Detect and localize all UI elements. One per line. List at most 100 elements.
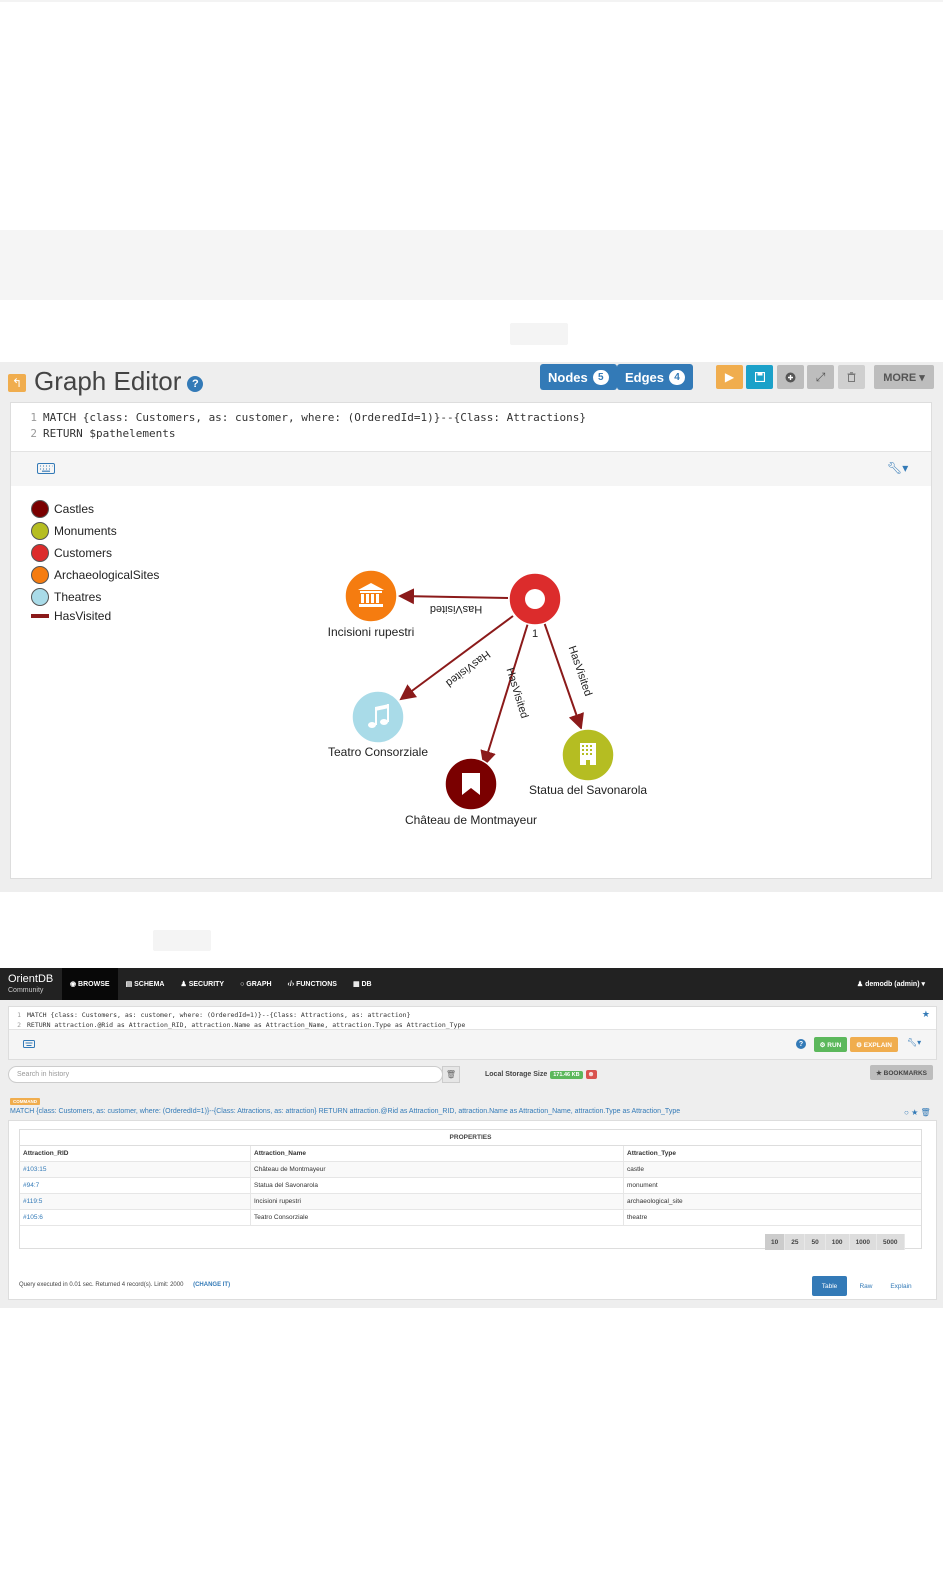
query-editor[interactable]: 1 MATCH {class: Customers, as: customer, … (10, 402, 932, 487)
graph-node-teatro-consorziale[interactable] (351, 690, 405, 744)
page-chip (510, 323, 568, 345)
nodes-count-badge: 5 (592, 369, 609, 385)
graph-editor-header: ↰ Graph Editor ? (8, 365, 204, 396)
run-button[interactable]: ⚙ RUN (814, 1037, 847, 1052)
nav-security[interactable]: ♟ SECURITY (172, 968, 232, 1000)
wrench-icon[interactable]: 🔧︎▾ (887, 461, 908, 475)
rid-link[interactable]: #119:5 (20, 1194, 251, 1209)
nav-browse[interactable]: ◉ BROWSE (62, 968, 118, 1000)
execution-text: Query executed in 0.01 sec. Returned 4 r… (19, 1282, 184, 1288)
query-text: MATCH {class: Customers, as: customer, w… (27, 1011, 411, 1019)
nodes-button[interactable]: Nodes 5 (540, 364, 617, 390)
studio-panel: OrientDB Community ◉ BROWSE ▤ SCHEMA ♟ S… (0, 968, 943, 1308)
result-actions: ○ ★ 🗑︎ (904, 1108, 931, 1117)
command-badge: COMMAND (10, 1098, 40, 1105)
page-size-option[interactable]: 50 (805, 1234, 826, 1250)
wrench-icon[interactable]: 🔧︎▾ (907, 1038, 921, 1047)
query-line-2: 2 RETURN $pathelements (15, 427, 175, 440)
tab-raw[interactable]: Raw (851, 1276, 881, 1296)
page-size-option[interactable]: 10 (765, 1234, 786, 1250)
rid-link[interactable]: #105:6 (20, 1210, 251, 1225)
tab-explain[interactable]: Explain (883, 1276, 919, 1296)
node-label: 1 (532, 628, 538, 640)
logo-text: OrientDB (8, 973, 54, 985)
graph-node-chateau-de-montmayeur[interactable] (444, 757, 498, 811)
line-number: 1 (30, 411, 37, 424)
keyboard-icon[interactable] (23, 1040, 35, 1048)
fullscreen-button[interactable]: ⤢ (807, 365, 834, 389)
clear-storage-icon[interactable]: ⊗ (585, 1070, 597, 1079)
add-vertex-button[interactable] (777, 365, 804, 389)
storage-size-badge: 171.46 KB (550, 1070, 583, 1079)
graph-node-incisioni-rupestri[interactable] (344, 569, 398, 623)
keyboard-icon[interactable] (37, 463, 55, 474)
floppy-icon (754, 372, 765, 382)
graph-node-customer[interactable] (508, 572, 562, 626)
save-button[interactable] (746, 365, 773, 389)
table-row: #94:7 Statua del Savonarola monument (20, 1178, 921, 1194)
explain-button[interactable]: ⚙ EXPLAIN (850, 1037, 898, 1052)
page-size-option[interactable]: 5000 (877, 1234, 905, 1250)
edges-count-badge: 4 (669, 369, 686, 385)
star-icon[interactable]: ★ (922, 1009, 930, 1020)
edge-label: HasVisited (430, 603, 482, 615)
page-title: Graph Editor (34, 365, 182, 396)
clear-history-button[interactable]: 🗑︎ (442, 1066, 460, 1083)
edges-button[interactable]: Edges 4 (617, 364, 694, 390)
tab-table[interactable]: Table (812, 1276, 847, 1296)
user-menu[interactable]: ♟ demodb (admin) ▾ (857, 968, 925, 1000)
result-table: PROPERTIES Attraction_RID Attraction_Nam… (19, 1129, 922, 1249)
orientdb-logo[interactable]: OrientDB Community (0, 968, 62, 1000)
help-icon[interactable]: ? (796, 1039, 806, 1049)
node-label: Incisioni rupestri (328, 625, 415, 639)
table-cell: Statua del Savonarola (251, 1178, 624, 1193)
column-header[interactable]: Attraction_Type (624, 1146, 921, 1161)
rid-link[interactable]: #94:7 (20, 1178, 251, 1193)
expand-icon: ⤢ (815, 369, 826, 384)
nav-db[interactable]: ▦ DB (345, 968, 380, 1000)
bookmarks-button[interactable]: ★ BOOKMARKS (870, 1065, 933, 1080)
nav-functions[interactable]: ‹/› FUNCTIONS (280, 968, 345, 1000)
nav-graph[interactable]: ○ GRAPH (232, 968, 279, 1000)
more-button[interactable]: MORE ▾ (874, 365, 934, 389)
table-row: #119:5 Incisioni rupestri archaeological… (20, 1194, 921, 1210)
graph-node-statua-del-savonarola[interactable] (561, 728, 615, 782)
graph-edge[interactable] (399, 615, 514, 701)
circle-icon (525, 589, 545, 609)
edges-label: Edges (625, 369, 665, 385)
page-size-option[interactable]: 1000 (849, 1234, 878, 1250)
result-panel: PROPERTIES Attraction_RID Attraction_Nam… (8, 1120, 937, 1300)
studio-query-editor[interactable]: 1 MATCH {class: Customers, as: customer, … (8, 1006, 937, 1060)
play-icon: ▶ (724, 370, 735, 384)
node-label: Statua del Savonarola (529, 783, 647, 797)
graph-canvas[interactable]: Castles Monuments Customers Archaeologic… (10, 486, 932, 879)
node-label: Teatro Consorziale (328, 745, 428, 759)
trash-icon[interactable]: 🗑︎ (920, 1108, 930, 1117)
page-size-option[interactable]: 25 (785, 1234, 806, 1250)
table-row: #103:15 Château de Montmayeur castle (20, 1162, 921, 1178)
help-icon[interactable]: ? (187, 376, 204, 392)
rid-link[interactable]: #103:15 (20, 1162, 251, 1177)
column-header[interactable]: Attraction_RID (20, 1146, 251, 1161)
change-limit-link[interactable]: (CHANGE IT) (193, 1282, 230, 1288)
command-query-link[interactable]: MATCH {class: Customers, as: customer, w… (10, 1108, 680, 1115)
column-header[interactable]: Attraction_Name (251, 1146, 624, 1161)
graph-svg: HasVisited HasVisited HasVisited HasVisi… (328, 569, 647, 827)
nodes-label: Nodes (548, 369, 588, 385)
table-cell: monument (627, 1182, 658, 1189)
plus-circle-icon (785, 372, 796, 382)
table-cell: theatre (627, 1214, 648, 1221)
back-icon[interactable]: ↰ (8, 374, 26, 392)
refresh-icon[interactable]: ○ (904, 1108, 909, 1117)
editor-toolbar: 🔧︎▾ (11, 451, 931, 486)
run-button[interactable]: ▶ (716, 365, 743, 389)
edge-label: HasVisited (443, 648, 492, 689)
page-size-option[interactable]: 100 (825, 1234, 850, 1250)
nav-schema[interactable]: ▤ SCHEMA (118, 968, 173, 1000)
history-search-input[interactable]: Search in history (8, 1066, 443, 1083)
graph-edge[interactable] (398, 588, 509, 605)
delete-button[interactable] (838, 365, 865, 389)
query-line-2: 2 RETURN attraction.@Rid as Attraction_RI… (11, 1021, 465, 1029)
table-row: #105:6 Teatro Consorziale theatre (20, 1210, 921, 1226)
star-icon[interactable]: ★ (911, 1108, 918, 1117)
